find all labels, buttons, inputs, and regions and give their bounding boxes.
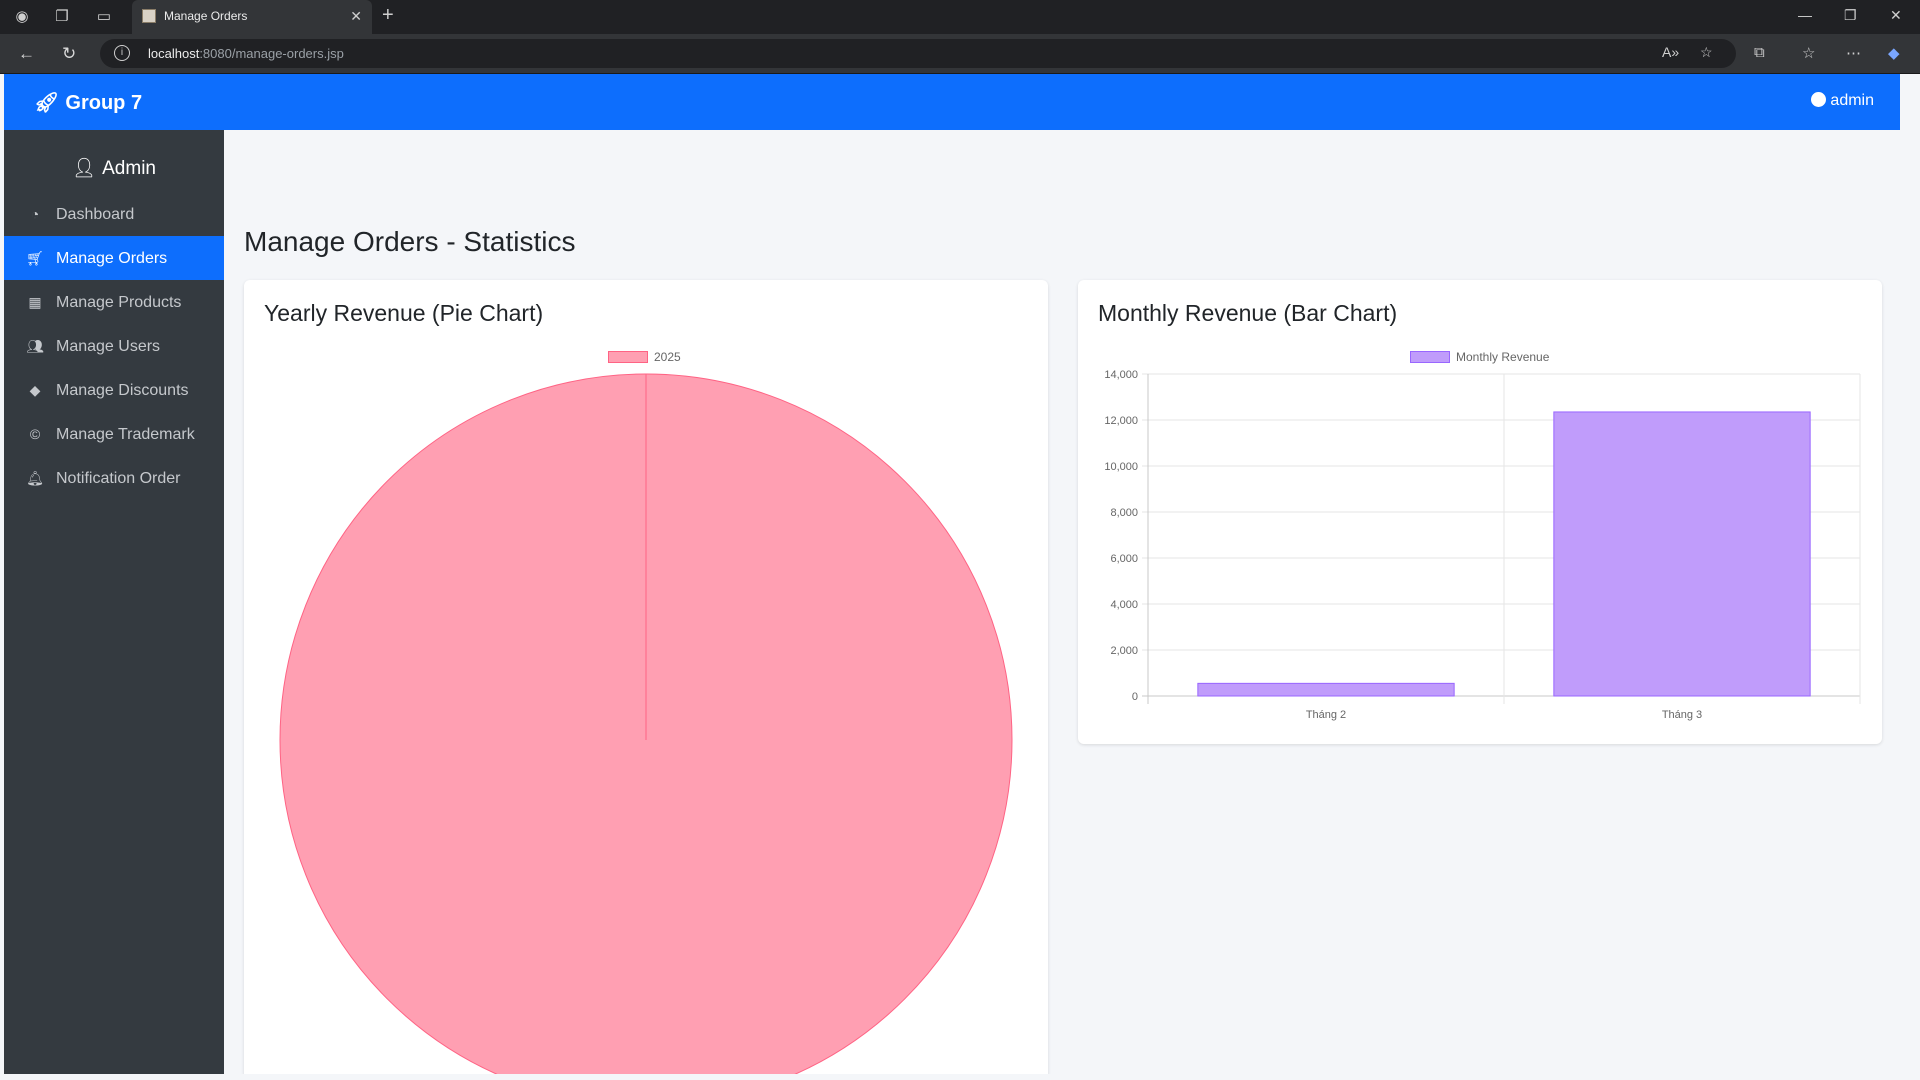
- sidebar-item-label: Notification Order: [56, 470, 181, 487]
- bar-chart-card: Monthly Revenue (Bar Chart) Monthly Reve…: [1078, 280, 1882, 744]
- address-bar[interactable]: i localhost:8080/manage-orders.jsp A» ☆: [100, 39, 1736, 68]
- close-window-icon[interactable]: ✕: [1890, 7, 1902, 24]
- user-cog-icon: 👤︎: [72, 158, 97, 179]
- tab-actions-icon[interactable]: ▭: [94, 7, 114, 27]
- brand-link[interactable]: 🚀︎ Group 7: [34, 90, 142, 115]
- sidebar-item-label: Manage Trademark: [56, 426, 195, 443]
- tag-icon: ◆: [29, 382, 41, 398]
- sidebar-item-notification-order[interactable]: 🔔︎ Notification Order: [4, 456, 224, 500]
- sidebar-item-label: Manage Users: [56, 338, 161, 355]
- more-icon[interactable]: ⋯: [1846, 44, 1861, 62]
- user-menu[interactable]: admin: [1811, 92, 1874, 110]
- web-page: 🚀︎ Group 7 admin 👤︎ Admin ◔ Dashboard 🛒︎ Man…: [4, 74, 1900, 1074]
- sidebar-item-label: Manage Orders: [56, 250, 168, 267]
- pie-chart-svg: [279, 373, 1013, 1074]
- address-bar-row: ← ↻ i localhost:8080/manage-orders.jsp A…: [0, 34, 1920, 74]
- y-tick-label: 14,000: [1104, 369, 1138, 381]
- bar-chart-svg: 0 2,000 4,000 6,000 8,000 10,000 12,000 14,000 T…: [1104, 369, 1861, 721]
- bar-Tháng 3[interactable]: [1553, 411, 1811, 697]
- extensions-icon[interactable]: ⧉: [1754, 44, 1765, 61]
- back-icon[interactable]: ←: [18, 44, 35, 64]
- dashboard-icon: ◔: [30, 206, 40, 222]
- y-tick-label: 0: [1132, 691, 1138, 703]
- users-icon: 👥︎: [26, 338, 44, 354]
- browser-tab[interactable]: Manage Orders ✕: [132, 0, 372, 34]
- user-name: admin: [1830, 92, 1874, 109]
- x-tick-label: Tháng 3: [1662, 709, 1702, 721]
- y-tick-label: 2,000: [1110, 645, 1138, 657]
- y-tick-label: 4,000: [1110, 599, 1138, 611]
- boxes-icon: ▦: [28, 294, 42, 310]
- page-title: Manage Orders - Statistics: [244, 226, 576, 257]
- sidebar-item-manage-products[interactable]: ▦ Manage Products: [4, 280, 224, 324]
- sidebar-item-dashboard[interactable]: ◔ Dashboard: [4, 192, 224, 236]
- x-tick-label: Tháng 2: [1306, 709, 1346, 721]
- sidebar-title-text: Admin: [102, 158, 156, 179]
- cart-icon: 🛒︎: [26, 250, 44, 266]
- bell-icon: 🔔︎: [26, 470, 44, 486]
- new-tab-icon[interactable]: +: [382, 4, 394, 27]
- sidebar-item-label: Dashboard: [56, 206, 135, 223]
- bar-Tháng 2[interactable]: [1197, 682, 1455, 697]
- sidebar-item-manage-orders[interactable]: 🛒︎ Manage Orders: [4, 236, 224, 280]
- collections-icon[interactable]: ❐: [52, 7, 72, 27]
- y-tick-label: 12,000: [1104, 415, 1138, 427]
- sidebar: 👤︎ Admin ◔ Dashboard 🛒︎ Manage Orders ▦ Mana…: [4, 130, 224, 1074]
- browser-tab-bar: ◉ ❐ ▭ Manage Orders ✕ + — ❐ ✕: [0, 0, 1920, 34]
- favorites-icon[interactable]: ☆: [1802, 44, 1815, 62]
- brand-text: Group 7: [65, 92, 143, 114]
- tab-favicon-icon: [142, 9, 156, 23]
- y-tick-label: 6,000: [1110, 553, 1138, 565]
- site-info-icon[interactable]: i: [114, 45, 130, 61]
- close-tab-icon[interactable]: ✕: [350, 8, 362, 25]
- sidebar-item-manage-discounts[interactable]: ◆ Manage Discounts: [4, 368, 224, 412]
- sidebar-title: 👤︎ Admin: [4, 156, 224, 180]
- top-navbar: 🚀︎ Group 7 admin: [4, 74, 1900, 130]
- sidebar-item-label: Manage Products: [56, 294, 182, 311]
- pie-chart-card: Yearly Revenue (Pie Chart) 2025: [244, 280, 1048, 1074]
- read-aloud-icon[interactable]: A»: [1662, 44, 1679, 60]
- url-text[interactable]: localhost:8080/manage-orders.jsp: [148, 46, 344, 61]
- refresh-icon[interactable]: ↻: [62, 44, 76, 64]
- restore-icon[interactable]: ❐: [1844, 7, 1857, 24]
- profile-avatar-icon[interactable]: ◉: [12, 7, 32, 27]
- sidebar-item-label: Manage Discounts: [56, 382, 189, 399]
- favorite-star-icon[interactable]: ☆: [1700, 44, 1713, 61]
- y-tick-label: 10,000: [1104, 461, 1138, 473]
- sidebar-item-manage-users[interactable]: 👥︎ Manage Users: [4, 324, 224, 368]
- user-circle-icon: [1811, 92, 1827, 107]
- main-content: Manage Orders - Statistics Yearly Revenu…: [224, 130, 1900, 1074]
- tab-title: Manage Orders: [164, 9, 248, 23]
- y-tick-label: 8,000: [1110, 507, 1138, 519]
- minimize-icon[interactable]: —: [1798, 7, 1812, 23]
- copyright-icon: ©: [29, 426, 41, 442]
- copilot-icon[interactable]: ◆: [1888, 44, 1900, 62]
- rocket-icon: 🚀︎: [34, 92, 60, 114]
- sidebar-item-manage-trademark[interactable]: © Manage Trademark: [4, 412, 224, 456]
